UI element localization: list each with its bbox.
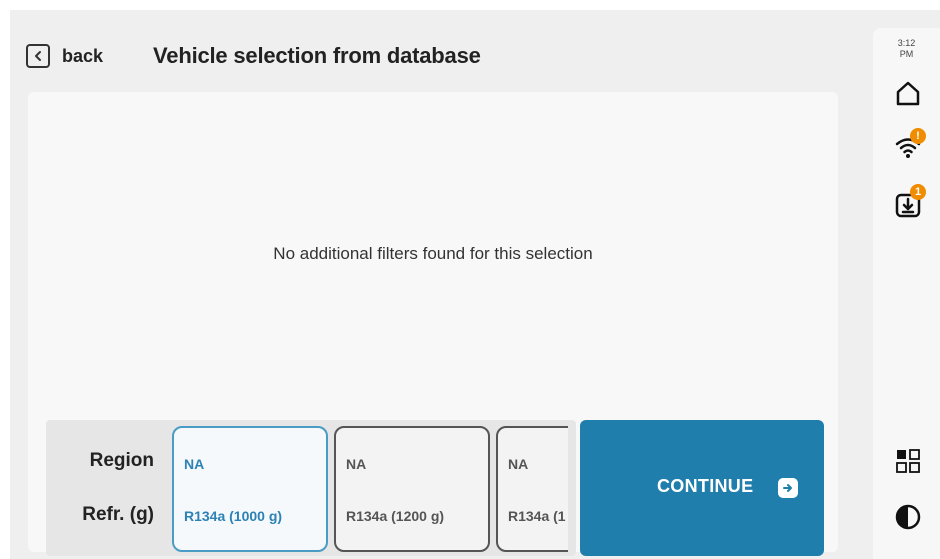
empty-message: No additional filters found for this sel… [273, 244, 593, 263]
wifi-icon[interactable]: ! [893, 128, 926, 162]
contrast-icon[interactable] [893, 502, 923, 532]
filter-option-3[interactable]: NA R134a (1 [496, 426, 568, 552]
header: back Vehicle selection from database [26, 36, 846, 76]
region-label: Region [89, 450, 154, 471]
option-refrigerant: R134a (1200 g) [346, 508, 445, 524]
continue-button[interactable]: CONTINUE [580, 420, 824, 556]
filter-option-2[interactable]: NA R134a (1200 g) [334, 426, 490, 552]
filter-option-1[interactable]: NA R134a (1000 g) [172, 426, 328, 552]
option-region: NA [508, 456, 529, 472]
chevron-left-icon [26, 44, 50, 68]
status-sidebar: 3:12 PM ! 1 [873, 28, 940, 559]
option-refrigerant: R134a (1000 g) [184, 508, 283, 524]
page-title: Vehicle selection from database [153, 43, 481, 68]
refrigerant-label: Refr. (g) [82, 504, 154, 525]
filter-bar: Region Refr. (g) NA R134a (1000 g) NA R1… [46, 420, 576, 556]
arrow-right-icon [778, 478, 798, 498]
option-region: NA [184, 456, 205, 472]
download-icon[interactable]: 1 [893, 184, 926, 220]
wifi-warning-badge: ! [910, 128, 926, 144]
apps-grid-icon[interactable] [893, 446, 923, 476]
filter-options: NA R134a (1000 g) NA R134a (1200 g) NA R… [172, 426, 568, 552]
back-label: back [62, 45, 104, 66]
clock-time: 3:12 [897, 38, 916, 48]
clock: 3:12 PM [873, 38, 940, 60]
filter-row-labels: Region Refr. (g) [46, 420, 158, 556]
option-region: NA [346, 456, 367, 472]
continue-label: CONTINUE [657, 476, 754, 496]
clock-ampm: PM [899, 49, 914, 59]
download-count-badge: 1 [910, 184, 926, 200]
back-button[interactable]: back [26, 44, 103, 68]
option-refrigerant: R134a (1 [508, 508, 566, 524]
home-icon[interactable] [893, 78, 923, 108]
